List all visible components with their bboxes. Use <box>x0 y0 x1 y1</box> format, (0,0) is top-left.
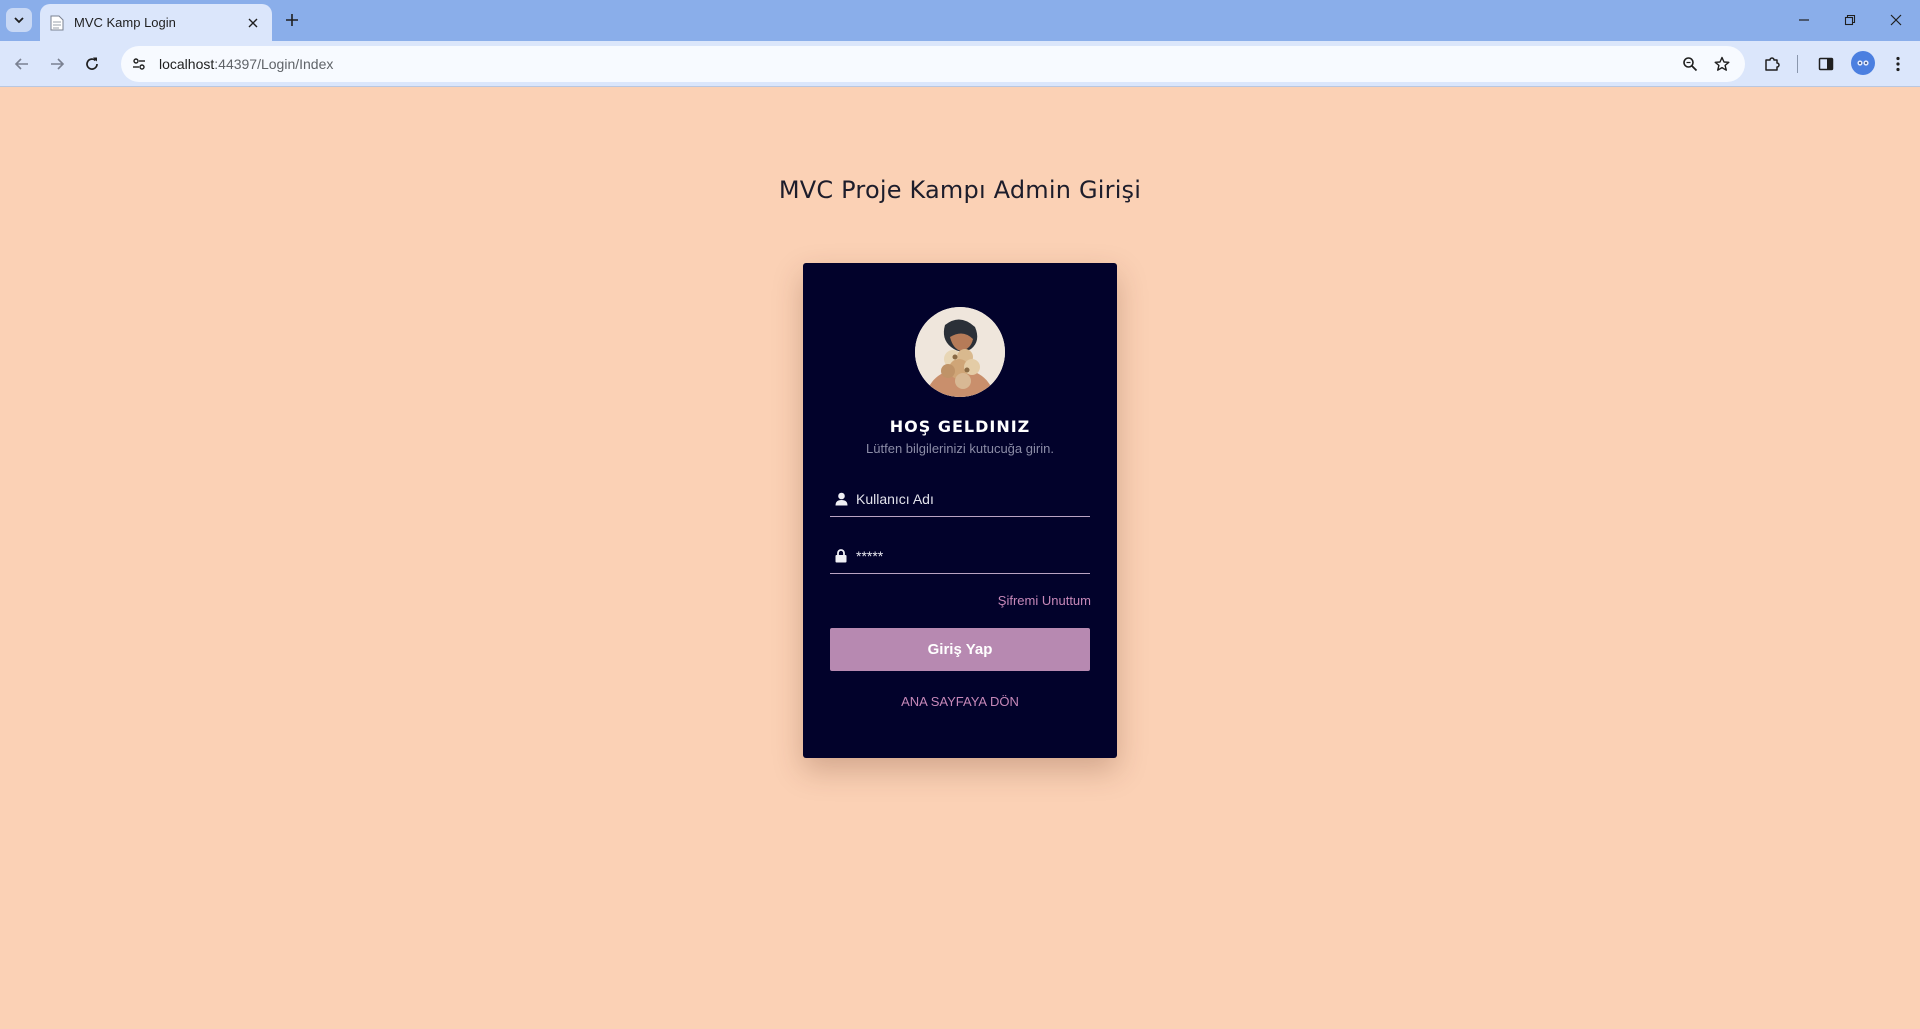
forgot-password-link[interactable]: Şifremi Unuttum <box>998 593 1091 608</box>
avatar <box>915 307 1005 397</box>
forward-arrow-icon <box>51 58 65 70</box>
side-panel-button[interactable] <box>1812 50 1840 78</box>
puzzle-icon <box>1765 57 1780 71</box>
password-field <box>830 538 1090 574</box>
plus-icon <box>286 14 298 26</box>
login-button[interactable]: Giriş Yap <box>830 628 1090 671</box>
more-vertical-icon <box>1896 56 1900 72</box>
tab-strip: MVC Kamp Login <box>0 0 1920 41</box>
restore-icon <box>1844 14 1856 26</box>
login-card: HOŞ GELDINIZ Lütfen bilgilerinizi kutucu… <box>803 263 1117 758</box>
page-title: MVC Proje Kampı Admin Girişi <box>778 176 1142 204</box>
close-icon[interactable] <box>242 12 264 34</box>
username-field <box>830 481 1090 517</box>
tune-icon <box>133 58 145 70</box>
page-icon <box>50 15 64 30</box>
back-button[interactable] <box>8 50 36 78</box>
close-window-button[interactable] <box>1873 0 1919 40</box>
toolbar-divider <box>1797 55 1798 73</box>
tab-title: MVC Kamp Login <box>74 15 176 30</box>
new-tab-button[interactable] <box>280 8 304 32</box>
forward-button[interactable] <box>43 50 71 78</box>
zoom-button[interactable] <box>1675 49 1705 79</box>
user-icon <box>832 490 850 508</box>
url-text[interactable]: localhost:44397/Login/Index <box>159 56 1675 72</box>
home-link[interactable]: ANA SAYFAYA DÖN <box>803 694 1117 709</box>
url-path: :44397/Login/Index <box>214 56 334 72</box>
tab-search-button[interactable] <box>6 8 32 32</box>
address-bar[interactable]: localhost:44397/Login/Index <box>121 46 1745 82</box>
username-input[interactable] <box>856 490 1076 507</box>
lock-icon <box>832 547 850 565</box>
extensions-button[interactable] <box>1758 50 1786 78</box>
menu-button[interactable] <box>1884 50 1912 78</box>
browser-tab[interactable]: MVC Kamp Login <box>40 4 272 41</box>
avatar-image <box>915 307 1005 397</box>
welcome-heading: HOŞ GELDINIZ <box>889 417 1031 436</box>
reload-icon <box>86 57 98 70</box>
site-info-button[interactable] <box>125 50 153 78</box>
restore-button[interactable] <box>1827 0 1873 40</box>
password-input[interactable] <box>856 547 1076 564</box>
bookmark-button[interactable] <box>1707 49 1737 79</box>
profile-icon <box>1857 60 1869 66</box>
side-panel-icon <box>1818 57 1834 71</box>
profile-avatar[interactable] <box>1851 51 1875 75</box>
url-host: localhost <box>159 56 215 72</box>
back-arrow-icon <box>14 58 28 70</box>
reload-button[interactable] <box>78 50 106 78</box>
zoom-icon <box>1683 57 1698 72</box>
minimize-button[interactable] <box>1781 0 1827 40</box>
close-window-icon <box>1890 14 1902 26</box>
star-icon <box>1714 56 1730 71</box>
browser-toolbar: localhost:44397/Login/Index <box>0 41 1920 87</box>
welcome-subtitle: Lütfen bilgilerinizi kutucuğa girin. <box>866 441 1054 456</box>
chevron-down-icon <box>14 17 24 24</box>
minimize-icon <box>1799 19 1809 21</box>
